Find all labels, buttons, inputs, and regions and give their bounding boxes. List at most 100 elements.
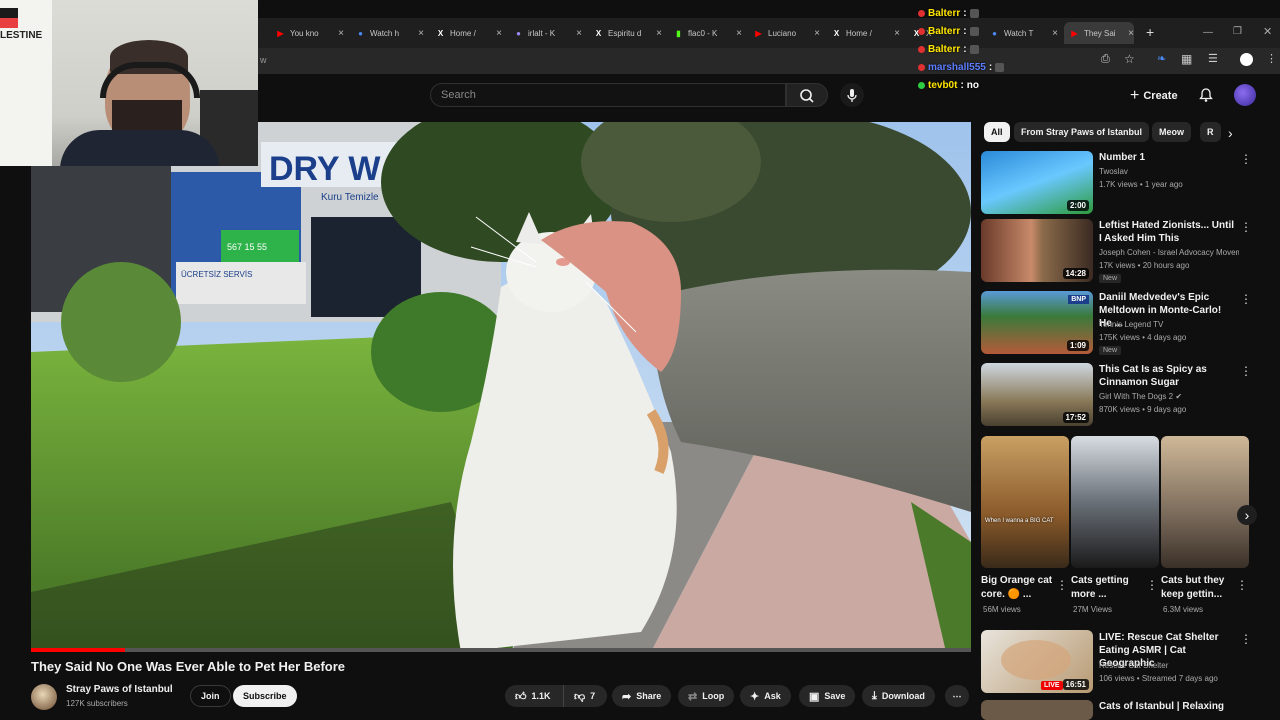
maximize-button[interactable]: ❐ [1233,26,1242,37]
short-title[interactable]: Cats getting more ... [1071,574,1151,602]
new-badge: New [1099,274,1122,283]
tab-close-icon[interactable]: × [418,28,424,39]
loop-button[interactable]: ⇄ Loop [678,685,735,707]
short-thumbnail[interactable] [1161,436,1249,568]
browser-tab[interactable]: ▮ flac0 - K × [668,22,742,44]
more-actions-icon[interactable]: ⋮ [1240,365,1252,377]
video-player[interactable]: DRY W Kuru Temizle 567 15 55 ÜCRETSİZ SE… [31,122,971,652]
bookmark-star-icon[interactable]: ☆ [1124,52,1135,66]
browser-tab[interactable]: ● Watch h × [350,22,424,44]
join-button[interactable]: Join [190,685,231,707]
short-thumbnail[interactable]: When I wanna a BIG CAT [981,436,1069,568]
video-thumbnail[interactable]: 2:00 [981,151,1093,214]
media-control-icon[interactable]: ☰ [1208,52,1218,65]
account-avatar[interactable] [1234,84,1256,106]
shorts-next-icon[interactable]: › [1237,505,1257,525]
save-label: Save [824,691,846,701]
short-views: 27M Views [1073,605,1112,614]
tab-close-icon[interactable]: × [338,28,344,39]
install-app-icon[interactable]: ⎙ [1101,53,1110,66]
video-duration: 1:09 [1066,340,1089,351]
live-video-thumbnail[interactable]: LIVE 16:51 [981,630,1093,693]
video-thumbnail[interactable]: 1:09 BNP [981,291,1093,354]
tab-close-icon[interactable]: × [814,28,820,39]
chips-next-icon[interactable]: › [1228,125,1233,141]
ask-label: Ask [764,691,781,701]
save-button[interactable]: ▣ Save [799,685,856,707]
video-thumbnail[interactable]: 14:28 [981,219,1093,282]
browser-tab[interactable]: ▶ Luciano × [748,22,820,44]
more-actions-icon[interactable]: ⋮ [1236,579,1248,591]
subscribe-button[interactable]: Subscribe [233,685,297,707]
video-title[interactable]: Leftist Hated Zionists... Until I Asked … [1099,219,1235,245]
browser-tab[interactable]: ▶ They Sai × [1064,22,1134,44]
tab-close-icon[interactable]: × [656,28,662,39]
video-thumbnail[interactable]: 17:52 [981,363,1093,426]
short-title[interactable]: Cats but they keep gettin... [1161,574,1241,602]
short-title[interactable]: Big Orange cat core. 🟠 ... [981,574,1061,602]
notifications-bell-icon[interactable] [1198,87,1214,103]
tab-favicon-icon: X [595,28,602,38]
video-channel[interactable]: Joseph Cohen - Israel Advocacy Movem... [1099,247,1239,259]
minimize-button[interactable]: — [1203,27,1213,38]
filter-chip[interactable]: Meow [1152,122,1192,142]
search-input[interactable]: Search [430,83,786,107]
tab-close-icon[interactable]: × [1128,28,1134,39]
more-actions-icon[interactable]: ⋮ [1240,293,1252,305]
voice-search-button[interactable] [840,83,864,107]
browser-tab[interactable]: X Home / × [826,22,900,44]
search-button[interactable] [786,83,828,107]
extension-audio-icon[interactable]: ❧ [1157,52,1166,65]
tab-close-icon[interactable]: × [1052,28,1058,39]
video-progress-bar[interactable] [31,648,125,652]
more-actions-icon[interactable]: ⋮ [1056,579,1068,591]
browser-tab[interactable]: ● Watch T × [984,22,1058,44]
ask-button[interactable]: ✦ Ask [740,685,791,707]
like-button[interactable]: 👍︎ 1.1K [505,685,563,707]
create-button[interactable]: + Create [1130,87,1178,105]
extensions-puzzle-icon[interactable]: ▦ [1181,52,1192,66]
more-options-button[interactable]: ⋯ [945,685,969,707]
tab-close-icon[interactable]: × [894,28,900,39]
tab-title: You kno [290,28,319,38]
filter-chip[interactable]: From Stray Paws of Istanbul [1014,122,1150,142]
channel-name[interactable]: Stray Paws of Istanbul [66,684,173,695]
browser-tab[interactable]: X Espiritu d × [588,22,662,44]
profile-avatar-icon[interactable] [1240,53,1253,66]
channel-avatar[interactable] [31,684,57,710]
tab-close-icon[interactable]: × [736,28,742,39]
live-video-channel[interactable]: Rescue Cat Shelter [1099,660,1239,672]
new-tab-button[interactable]: + [1146,24,1154,40]
share-button[interactable]: ➦ Share [612,685,672,707]
video-channel[interactable]: Tennis Legend TV [1099,319,1239,331]
download-button[interactable]: ⤓ Download [862,685,935,707]
video-channel[interactable]: Girl With The Dogs 2 ✔ [1099,391,1239,403]
video-meta: 175K views • 4 days ago [1099,333,1187,342]
filter-chip[interactable]: All [984,122,1010,142]
video-title[interactable]: Number 1 [1099,151,1235,164]
browser-tab[interactable]: ▶ You kno × [270,22,344,44]
video-title-heading: They Said No One Was Ever Able to Pet He… [31,659,346,674]
tab-close-icon[interactable]: × [576,28,582,39]
browser-menu-icon[interactable]: ⋮ [1266,52,1277,65]
more-actions-icon[interactable]: ⋮ [1240,221,1252,233]
filter-chip[interactable]: R [1200,122,1221,142]
tab-close-icon[interactable]: × [496,28,502,39]
browser-tab[interactable]: ● irlalt - K × [508,22,582,44]
dislike-button[interactable]: 👎︎ 7 [563,685,607,707]
short-caption: When I wanna a BIG CAT [985,518,1054,524]
chat-separator: : [988,62,993,73]
more-actions-icon[interactable]: ⋮ [1240,153,1252,165]
channel-logo-badge: BNP [1068,295,1089,304]
more-actions-icon[interactable]: ⋮ [1146,579,1158,591]
video-thumbnail[interactable] [981,700,1093,720]
video-channel[interactable]: Twoslav [1099,166,1239,178]
short-thumbnail[interactable] [1071,436,1159,568]
more-actions-icon[interactable]: ⋮ [1240,633,1252,645]
tab-title: Luciano [768,28,797,38]
video-title[interactable]: This Cat Is as Spicy as Cinnamon Sugar [1099,363,1235,389]
browser-tab[interactable]: X Home / × [430,22,502,44]
video-title[interactable]: Cats of Istanbul | Relaxing [1099,700,1235,713]
chat-separator: : [963,8,967,19]
close-window-button[interactable]: ✕ [1263,25,1272,38]
